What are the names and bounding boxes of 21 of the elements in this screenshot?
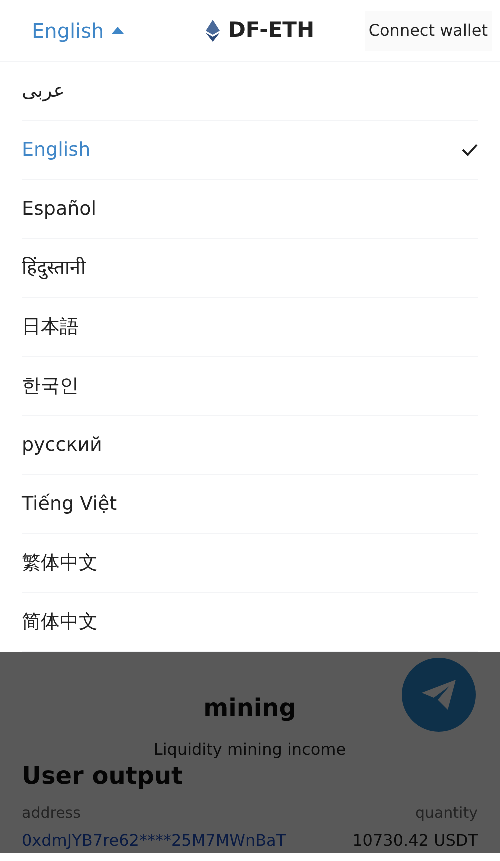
user-output-title: User output	[22, 761, 184, 792]
language-option[interactable]: русский	[22, 416, 478, 475]
mining-title: mining	[204, 693, 296, 724]
caret-up-icon	[112, 27, 124, 34]
language-option[interactable]: Español	[22, 180, 478, 239]
language-option[interactable]: 한국인	[22, 357, 478, 416]
quantity-cell-text: 10730.42 USDT	[352, 830, 478, 852]
checkmark-icon	[462, 144, 478, 156]
connect-wallet-button[interactable]: Connect wallet	[364, 10, 492, 50]
language-option[interactable]: English	[22, 121, 478, 180]
language-option[interactable]: 繁体中文	[22, 534, 478, 593]
language-option[interactable]: عربى	[22, 62, 478, 121]
language-option[interactable]: Tiếng Việt	[22, 475, 478, 534]
language-selector[interactable]: English	[32, 16, 124, 46]
app-title: DF-ETH	[228, 16, 315, 44]
language-option[interactable]: हिंदुस्तानी	[22, 239, 478, 298]
mining-subtitle: Liquidity mining income	[154, 739, 346, 761]
diamond-logo-icon	[206, 20, 220, 42]
language-option[interactable]: 简体中文	[22, 593, 478, 652]
paper-plane-icon	[422, 680, 456, 710]
language-option[interactable]: 日本語	[22, 298, 478, 357]
